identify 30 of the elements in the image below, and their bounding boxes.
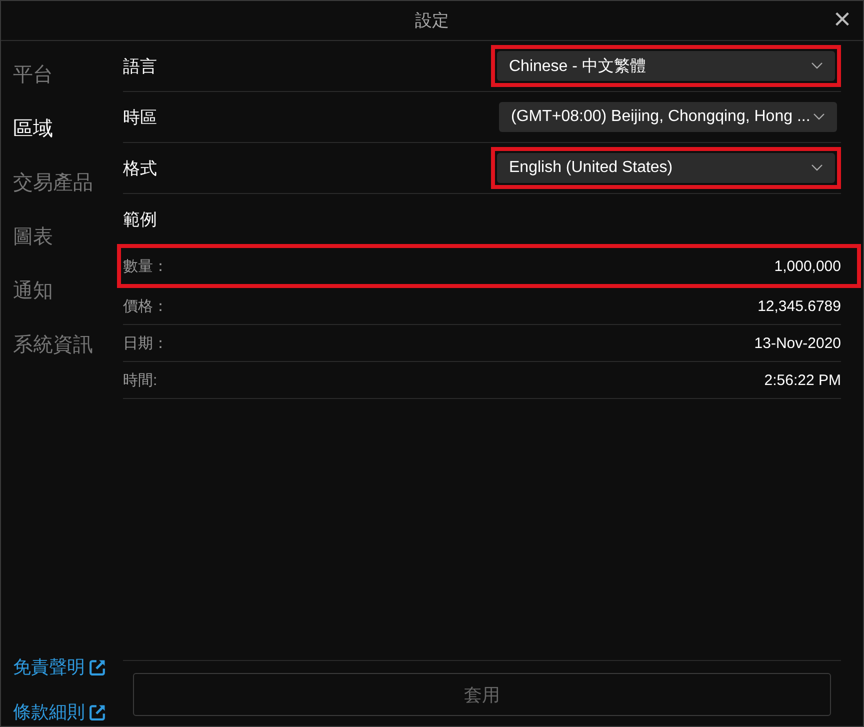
dropdown[interactable]: (GMT+08:00) Beijing, Chongqing, Hong ... bbox=[499, 102, 837, 132]
external-link-icon bbox=[89, 704, 106, 720]
sidebar-item[interactable]: 通知 bbox=[13, 279, 123, 304]
external-link[interactable]: 免責聲明 bbox=[13, 655, 123, 679]
sidebar-item[interactable]: 交易產品 bbox=[13, 171, 123, 196]
example-value: 1,000,000 bbox=[774, 258, 841, 274]
sidebar-item[interactable]: 圖表 bbox=[13, 225, 123, 250]
setting-label: 時區 bbox=[123, 106, 157, 128]
setting-label: 格式 bbox=[123, 158, 157, 180]
example-label: 時間: bbox=[123, 370, 158, 390]
sidebar-item[interactable]: 系統資訊 bbox=[13, 333, 123, 358]
example-label: 日期： bbox=[123, 334, 168, 352]
example-label: 價格： bbox=[123, 296, 168, 316]
chevron-down-icon bbox=[811, 62, 823, 70]
sidebar-item[interactable]: 區域 bbox=[13, 117, 123, 142]
sidebar-item[interactable]: 平台 bbox=[13, 63, 123, 88]
example-label: 數量： bbox=[123, 256, 168, 276]
setting-label: 語言 bbox=[123, 56, 157, 78]
example-value: 13-Nov-2020 bbox=[754, 334, 841, 352]
chevron-down-icon bbox=[813, 113, 825, 121]
example-value: 2:56:22 PM bbox=[764, 372, 841, 388]
section-title: 範例 bbox=[123, 208, 158, 230]
dropdown[interactable]: English (United States) bbox=[497, 153, 835, 183]
window-title: 設定 bbox=[415, 10, 449, 32]
external-link[interactable]: 條款細則 bbox=[13, 700, 123, 724]
example-value: 12,345.6789 bbox=[758, 298, 841, 314]
chevron-down-icon bbox=[811, 164, 823, 172]
external-link-icon bbox=[89, 658, 106, 676]
close-button[interactable]: × bbox=[833, 5, 851, 35]
dropdown[interactable]: Chinese - 中文繁體 bbox=[497, 51, 835, 81]
